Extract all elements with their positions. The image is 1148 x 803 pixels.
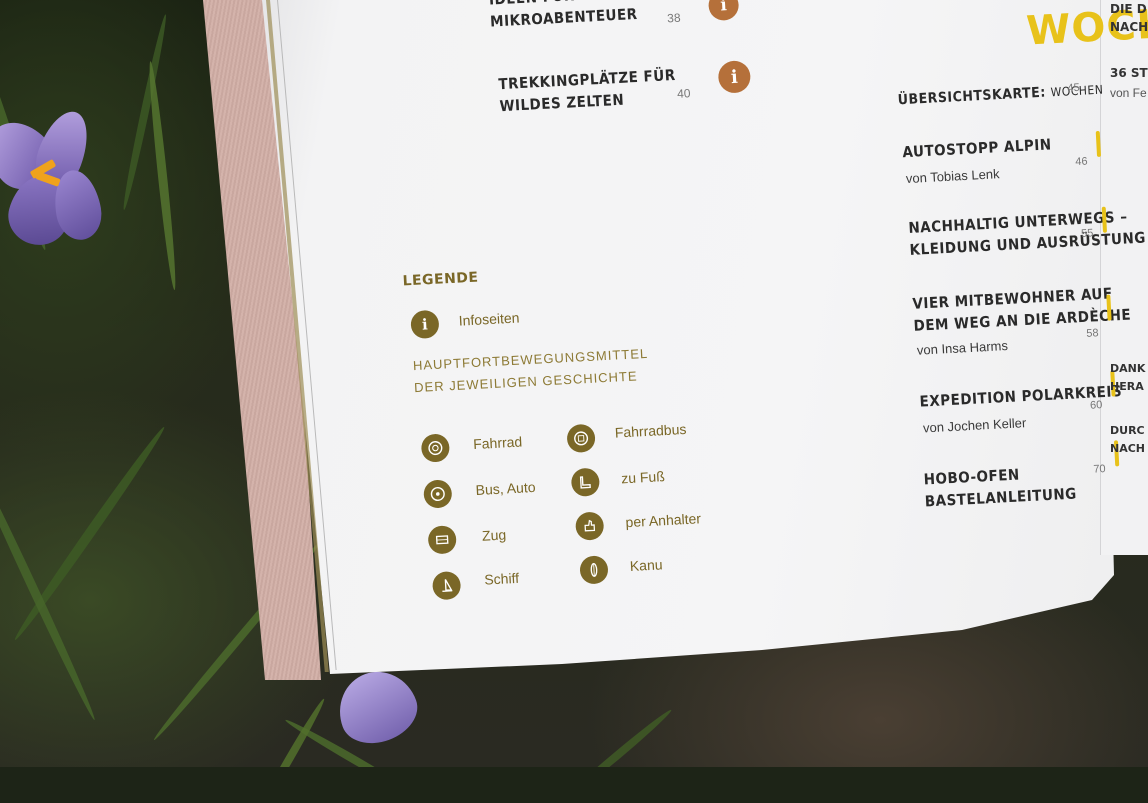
train-icon: [427, 525, 457, 555]
legend-item-label: Fahrradbus: [614, 420, 687, 441]
next-page-text: DANK HERA: [1110, 362, 1146, 393]
legend-item-label: Schiff: [483, 569, 520, 588]
toc-page-number: 40: [676, 86, 691, 101]
bicycle-icon: [420, 433, 451, 463]
toc-page-number: 55: [1080, 227, 1094, 240]
thumb-icon: [574, 511, 605, 541]
legend-subtitle: HAUPTFORTBEWEGUNGSMITTEL DER JEWEILIGEN …: [412, 345, 649, 396]
legend-item-label: per Anhalter: [625, 510, 702, 531]
toc-entry-title: VIER MITBEWOHNER AUF DEM WEG AN DIE ARDÈ…: [912, 284, 1132, 335]
toc-entry-author: von Tobias Lenk: [905, 166, 1000, 187]
toc-page-number: 60: [1089, 399, 1103, 412]
info-icon: i: [707, 0, 740, 22]
next-page-text: von Fe: [1110, 86, 1147, 100]
toc-page-number: 38: [666, 10, 681, 26]
toc-entry-title: AUTOSTOPP ALPIN: [902, 135, 1053, 162]
legend-item-label: Zug: [481, 526, 507, 544]
toc-page-number: 46: [1074, 155, 1088, 169]
info-icon: i: [717, 60, 752, 94]
canoe-icon: [579, 555, 609, 585]
toc-page-number: 70: [1093, 463, 1106, 476]
legend-item-label: Fahrrad: [472, 433, 523, 453]
toc-page-number: 58: [1085, 327, 1099, 340]
legend-title: LEGENDE: [402, 269, 479, 290]
next-page-text: DIE D NACHH: [1110, 2, 1148, 34]
toc-entry-title: HOBO-OFEN BASTELANLEITUNG: [923, 465, 1078, 511]
car-icon: [423, 479, 453, 509]
next-page-text: 36 ST: [1110, 66, 1148, 80]
yellow-tab-mark: [1095, 130, 1102, 158]
legend-info-label: Infoseiten: [458, 309, 520, 329]
legend-item-label: zu Fuß: [620, 468, 666, 487]
next-page-text: DURC NACH: [1110, 424, 1145, 455]
next-page-content: DIE D NACHH 36 ST von Fe DANK HERA DURC …: [1110, 0, 1148, 555]
legend-item-label: Bus, Auto: [475, 478, 536, 498]
toc-entry-author: von Jochen Keller: [922, 415, 1027, 436]
legend-item-label: Kanu: [629, 556, 663, 575]
toc-entry-title: TREKKINGPLÄTZE FÜR WILDES ZELTEN: [497, 65, 677, 116]
toc-entry-author: von Insa Harms: [916, 337, 1009, 358]
toc-page-number: 45: [1067, 81, 1080, 95]
sailboat-icon: [431, 570, 462, 601]
page-content: IDEEN FÜR MIKROABENTEUER 38 i TREKKINGPL…: [0, 0, 1148, 803]
boot-icon: [570, 467, 601, 497]
toc-entry-title: IDEEN FÜR MIKROABENTEUER: [489, 0, 639, 31]
info-icon: i: [410, 309, 440, 340]
bicycle-bus-icon: [566, 423, 596, 454]
